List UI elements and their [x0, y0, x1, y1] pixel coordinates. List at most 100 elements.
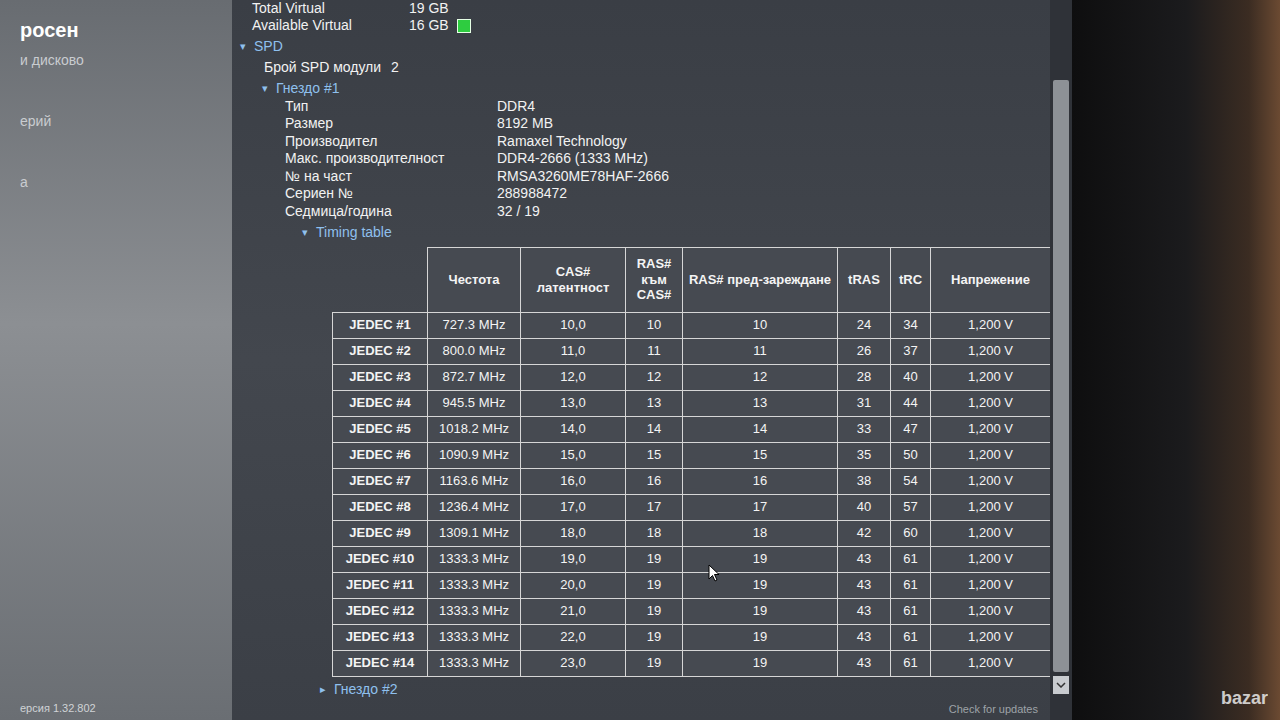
info-tree: Total Virtual19 GBAvailable Virtual16 GB… — [240, 0, 1050, 698]
property-label: Сериен № — [285, 185, 497, 202]
property-label: Макс. производителност — [285, 150, 497, 167]
node-label[interactable]: SPD — [254, 38, 283, 55]
table-cell: 43 — [838, 572, 891, 598]
expand-arrow-icon[interactable]: ▸ — [320, 681, 334, 698]
table-cell: 1,200 V — [931, 442, 1051, 468]
photo-frame: росен и дисково ерий а ерсия 1.32.802 Total … — [0, 0, 1280, 720]
table-cell: 800.0 MHz — [428, 338, 521, 364]
scroll-thumb[interactable] — [1053, 80, 1069, 672]
row-header: JEDEC #8 — [333, 494, 428, 520]
table-cell: 18 — [626, 520, 683, 546]
table-cell: 40 — [891, 364, 931, 390]
table-cell: 50 — [891, 442, 931, 468]
table-cell: 15 — [683, 442, 838, 468]
sidebar-item[interactable]: а — [20, 172, 224, 193]
table-cell: 1,200 V — [931, 650, 1051, 676]
table-cell: 872.7 MHz — [428, 364, 521, 390]
column-header: Честота — [428, 247, 521, 312]
table-cell: 17 — [626, 494, 683, 520]
scrollbar[interactable] — [1050, 0, 1072, 720]
monitor-bezel: bazar — [1072, 0, 1280, 720]
property-row: Макс. производителностDDR4-2666 (1333 MH… — [240, 150, 1050, 167]
column-header: tRAS — [838, 247, 891, 312]
table-cell: 37 — [891, 338, 931, 364]
property-row: № на частRMSA3260ME78HAF-2666 — [240, 168, 1050, 185]
module-count-row: Брой SPD модули2 — [240, 59, 1050, 76]
timing-body: JEDEC #1727.3 MHz10,0101024341,200 VJEDE… — [333, 312, 1051, 676]
table-row: JEDEC #141333.3 MHz23,0191943611,200 V — [333, 650, 1051, 676]
check-updates-link[interactable]: Check for updates — [949, 701, 1038, 718]
table-cell: 23,0 — [521, 650, 626, 676]
version-label: ерсия 1.32.802 — [20, 700, 224, 717]
property-value: 32 / 19 — [497, 203, 540, 220]
table-cell: 34 — [891, 312, 931, 338]
memory-row: Total Virtual19 GB — [240, 0, 1050, 17]
table-cell: 1,200 V — [931, 312, 1051, 338]
table-cell: 19 — [683, 650, 838, 676]
table-cell: 19 — [626, 598, 683, 624]
table-cell: 19 — [683, 598, 838, 624]
sidebar-top: росен и дисково ерий а — [20, 18, 224, 193]
table-cell: 1,200 V — [931, 572, 1051, 598]
memory-row: Available Virtual16 GB — [240, 17, 1050, 34]
table-cell: 47 — [891, 416, 931, 442]
table-cell: 13 — [683, 390, 838, 416]
table-cell: 22,0 — [521, 624, 626, 650]
node-label[interactable]: Гнездо #1 — [276, 80, 340, 97]
memory-label: Available Virtual — [252, 17, 409, 34]
table-cell: 11 — [626, 338, 683, 364]
row-header: JEDEC #5 — [333, 416, 428, 442]
table-cell: 61 — [891, 598, 931, 624]
property-value: DDR4 — [497, 98, 535, 115]
table-cell: 19 — [626, 650, 683, 676]
node-label[interactable]: Timing table — [316, 224, 392, 241]
module-count-label: Брой SPD модули — [264, 59, 381, 76]
row-header: JEDEC #10 — [333, 546, 428, 572]
table-cell: 31 — [838, 390, 891, 416]
table-cell: 1333.3 MHz — [428, 572, 521, 598]
expand-arrow-icon[interactable]: ▾ — [240, 38, 254, 55]
table-cell: 19,0 — [521, 546, 626, 572]
watermark-user: росен — [20, 18, 224, 42]
expand-arrow-icon[interactable]: ▾ — [262, 80, 276, 97]
table-cell: 12,0 — [521, 364, 626, 390]
property-label: № на част — [285, 168, 497, 185]
table-cell: 1236.4 MHz — [428, 494, 521, 520]
row-header: JEDEC #1 — [333, 312, 428, 338]
table-cell: 38 — [838, 468, 891, 494]
memory-value: 19 GB — [409, 0, 449, 17]
table-row: JEDEC #81236.4 MHz17,0171740571,200 V — [333, 494, 1051, 520]
timing-node[interactable]: ▾Timing table — [240, 224, 1050, 241]
table-cell: 12 — [683, 364, 838, 390]
row-header: JEDEC #7 — [333, 468, 428, 494]
table-cell: 61 — [891, 650, 931, 676]
table-cell: 16 — [626, 468, 683, 494]
table-cell: 13,0 — [521, 390, 626, 416]
table-row: JEDEC #51018.2 MHz14,0141433471,200 V — [333, 416, 1051, 442]
spd-node[interactable]: ▾SPD — [240, 38, 1050, 55]
table-cell: 1,200 V — [931, 494, 1051, 520]
table-row: JEDEC #111333.3 MHz20,0191943611,200 V — [333, 572, 1051, 598]
property-value: Ramaxel Technology — [497, 133, 627, 150]
table-cell: 19 — [683, 572, 838, 598]
table-cell: 16 — [683, 468, 838, 494]
node-label[interactable]: Гнездо #2 — [334, 681, 398, 698]
table-cell: 18,0 — [521, 520, 626, 546]
expand-arrow-icon[interactable]: ▾ — [302, 224, 316, 241]
mouse-cursor-icon — [708, 564, 720, 582]
table-row: JEDEC #4945.5 MHz13,0131331441,200 V — [333, 390, 1051, 416]
sidebar-item[interactable]: ерий — [20, 111, 224, 132]
bazar-logo: bazar — [1221, 685, 1268, 712]
timing-header: ЧестотаCAS# латентностRAS# към CAS#RAS# … — [333, 247, 1051, 312]
scroll-down-icon[interactable] — [1053, 676, 1069, 694]
table-cell: 42 — [838, 520, 891, 546]
slot-node[interactable]: ▾Гнездо #1 — [240, 80, 1050, 97]
property-row: Седмица/година32 / 19 — [240, 203, 1050, 220]
table-cell: 54 — [891, 468, 931, 494]
memory-label: Total Virtual — [252, 0, 409, 17]
table-cell: 19 — [626, 546, 683, 572]
property-value: RMSA3260ME78HAF-2666 — [497, 168, 669, 185]
slot-node[interactable]: ▸Гнездо #2 — [240, 681, 1050, 698]
table-row: JEDEC #121333.3 MHz21,0191943611,200 V — [333, 598, 1051, 624]
sidebar-item[interactable]: и дисково — [20, 50, 224, 71]
